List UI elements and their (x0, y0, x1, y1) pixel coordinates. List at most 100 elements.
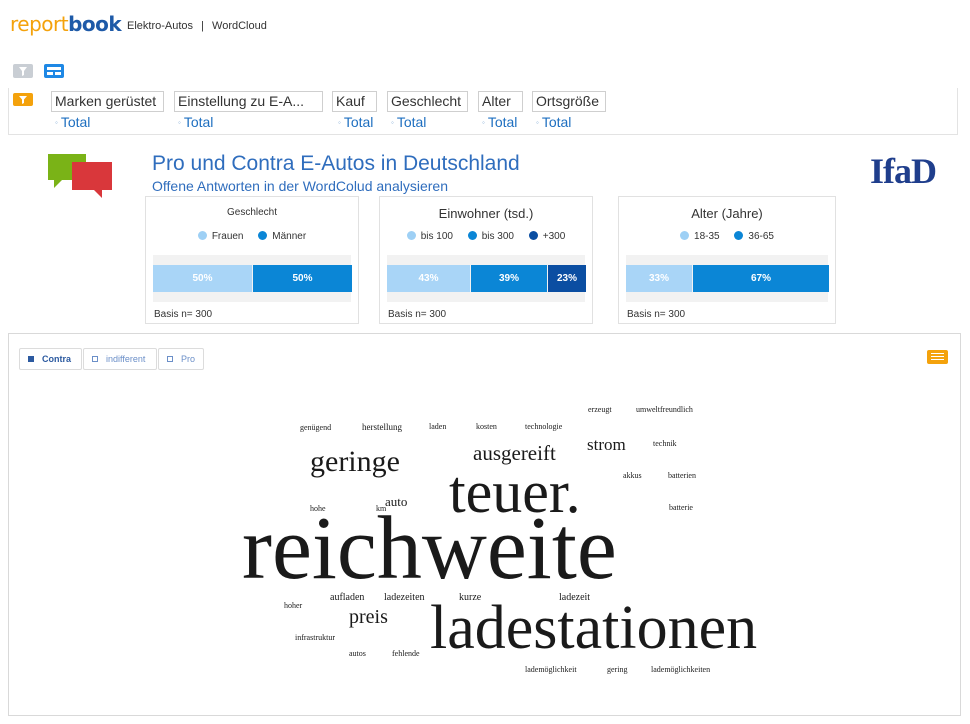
legend-item: +300 (528, 231, 565, 242)
legend-item: 36-65 (734, 231, 774, 242)
filter-kauf: Kauf ◦ Total (332, 91, 377, 130)
word[interactable]: technik (653, 440, 677, 448)
bullet-icon: ◦ (338, 118, 341, 127)
bar-segment: 39% (471, 265, 547, 292)
word[interactable]: laden (429, 423, 446, 431)
kpi-legend: bis 100 bis 300 +300 (380, 231, 592, 242)
app-header: reportbook Elektro-Autos | WordCloud (0, 0, 970, 50)
kpi-title: Alter (Jahre) (691, 206, 763, 221)
breadcrumb: Elektro-Autos | WordCloud (127, 20, 272, 32)
word[interactable]: lademöglichkeit (525, 666, 577, 674)
bar-segment: 43% (387, 265, 470, 292)
word[interactable]: technologie (525, 423, 562, 431)
bullet-icon: ◦ (178, 118, 181, 127)
filter-marken: Marken gerüstet ◦ Total (51, 91, 164, 130)
filter-ortsgroesse: Ortsgröße ◦ Total (532, 91, 606, 130)
legend-dot-icon (467, 231, 477, 240)
legend-item: Frauen (197, 231, 244, 242)
kpi-bar: 33% 67% (626, 255, 829, 302)
filter-einstellung-value[interactable]: ◦ Total (174, 114, 323, 130)
word[interactable]: preis (349, 607, 388, 627)
bullet-icon: ◦ (391, 118, 394, 127)
word[interactable]: infrastruktur (295, 634, 335, 642)
bar-segment: 67% (693, 265, 829, 292)
word[interactable]: umweltfreundlich (636, 406, 693, 414)
kpi-bar: 43% 39% 23% (387, 255, 586, 302)
tab-contra[interactable]: Contra (19, 348, 82, 370)
layout-icon[interactable] (44, 64, 64, 78)
filter-ortsgroesse-value[interactable]: ◦ Total (532, 114, 606, 130)
breadcrumb-page: WordCloud (212, 20, 267, 32)
filter-toggle-icon[interactable] (13, 64, 33, 78)
word[interactable]: autos (349, 650, 366, 658)
tab-checkbox-icon (92, 356, 98, 362)
word[interactable]: strom (587, 436, 626, 453)
filter-alter-value[interactable]: ◦ Total (478, 114, 523, 130)
word[interactable]: genügend (300, 424, 331, 432)
word[interactable]: geringe (310, 447, 400, 477)
word[interactable]: ladestationen (430, 597, 757, 659)
menu-icon[interactable] (927, 350, 948, 364)
word[interactable]: fehlende (392, 650, 420, 658)
bullet-icon: ◦ (536, 118, 539, 127)
word[interactable]: batterien (668, 472, 696, 480)
bar-segment: 50% (253, 265, 352, 292)
legend-dot-icon (258, 231, 268, 240)
filter-geschlecht-value[interactable]: ◦ Total (387, 114, 468, 130)
legend-dot-icon (406, 231, 416, 240)
breadcrumb-separator: | (201, 20, 204, 32)
legend-item: Männer (258, 231, 306, 242)
kpi-card-alter: Alter (Jahre) 18-35 36-65 33% 67% Basis … (618, 196, 836, 324)
kpi-legend: Frauen Männer (146, 231, 358, 242)
word[interactable]: batterie (669, 504, 693, 512)
word[interactable]: ladezeiten (384, 593, 425, 603)
report-subtitle: Offene Antworten in der WordColud analys… (152, 178, 448, 194)
wordcloud-panel: Contra indifferent Pro erzeugt umweltfre… (8, 333, 961, 716)
word[interactable]: herstellung (362, 423, 402, 432)
kpi-basis: Basis n= 300 (627, 309, 686, 320)
word[interactable]: akkus (623, 472, 642, 480)
filter-alter-button[interactable]: Alter (478, 91, 523, 112)
legend-item: bis 300 (467, 231, 514, 242)
kpi-card-einwohner: Einwohner (tsd.) bis 100 bis 300 +300 43… (379, 196, 593, 324)
filter-kauf-button[interactable]: Kauf (332, 91, 377, 112)
word[interactable]: gering (607, 666, 627, 674)
filter-einstellung-button[interactable]: Einstellung zu E-A... (174, 91, 323, 112)
kpi-title: Geschlecht (226, 207, 278, 218)
tab-checkbox-icon (28, 356, 34, 362)
legend-item: bis 100 (406, 231, 453, 242)
bullet-icon: ◦ (55, 118, 58, 127)
active-filter-icon[interactable] (13, 93, 33, 106)
filter-alter: Alter ◦ Total (478, 91, 523, 130)
legend-dot-icon (680, 231, 690, 240)
kpi-basis: Basis n= 300 (388, 309, 447, 320)
kpi-bar: 50% 50% (153, 255, 352, 302)
tab-indifferent[interactable]: indifferent (83, 348, 157, 370)
bar-segment: 50% (153, 265, 252, 292)
legend-dot-icon (197, 231, 207, 240)
tab-checkbox-icon (167, 356, 173, 362)
filter-marken-button[interactable]: Marken gerüstet (51, 91, 164, 112)
tab-pro[interactable]: Pro (158, 348, 204, 370)
filter-geschlecht-button[interactable]: Geschlecht (387, 91, 468, 112)
word[interactable]: erzeugt (588, 406, 612, 414)
word[interactable]: kosten (476, 423, 497, 431)
speech-bubbles-icon (46, 152, 116, 202)
filter-einstellung: Einstellung zu E-A... ◦ Total (174, 91, 323, 130)
bar-segment: 23% (548, 265, 586, 292)
word[interactable]: aufladen (330, 593, 364, 603)
kpi-legend: 18-35 36-65 (619, 231, 835, 242)
bar-segment: 33% (626, 265, 692, 292)
breadcrumb-project[interactable]: Elektro-Autos (127, 20, 193, 32)
word[interactable]: lademöglichkeiten (651, 666, 710, 674)
reportbook-logo[interactable]: reportbook (10, 12, 122, 36)
kpi-title: Einwohner (tsd.) (438, 206, 534, 221)
filter-marken-value[interactable]: ◦ Total (51, 114, 164, 130)
report-title: Pro und Contra E-Autos in Deutschland (152, 152, 520, 175)
word[interactable]: reichweite (242, 504, 617, 594)
filter-kauf-value[interactable]: ◦ Total (332, 114, 377, 130)
filter-bar: Marken gerüstet ◦ Total Einstellung zu E-… (8, 88, 958, 135)
kpi-card-geschlecht: Geschlecht Frauen Männer 50% 50% Basis n… (145, 196, 359, 324)
filter-ortsgroesse-button[interactable]: Ortsgröße (532, 91, 606, 112)
word[interactable]: hoher (284, 602, 302, 610)
